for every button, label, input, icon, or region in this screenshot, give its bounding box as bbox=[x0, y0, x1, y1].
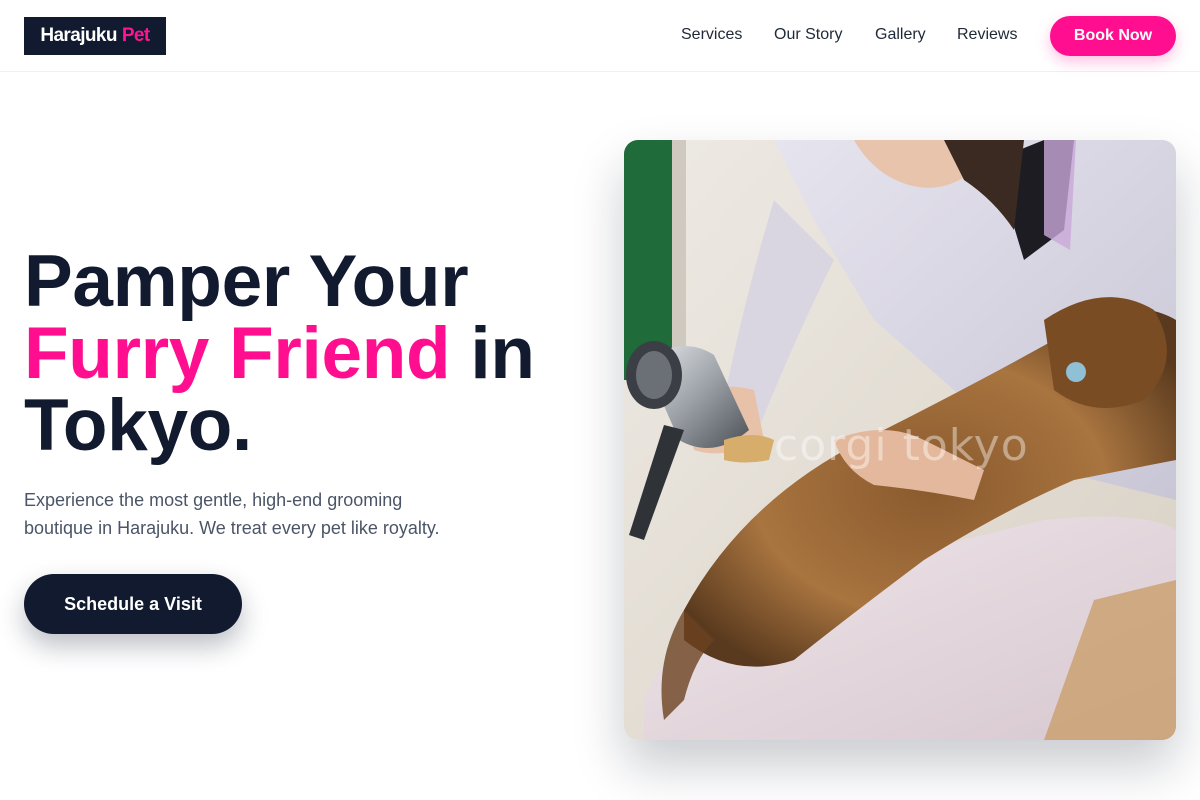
headline-line-2-rest: in bbox=[470, 313, 535, 394]
headline-line-3: Tokyo. bbox=[24, 385, 253, 466]
schedule-visit-button[interactable]: Schedule a Visit bbox=[24, 574, 242, 634]
site-header: Harajuku Pet Services Our Story Gallery R… bbox=[0, 0, 1200, 72]
nav-link-our-story[interactable]: Our Story bbox=[774, 24, 842, 46]
brand-logo[interactable]: Harajuku Pet bbox=[24, 17, 166, 55]
hero-photo: corgi tokyo bbox=[624, 140, 1176, 740]
hero-headline: Pamper Your Furry Friend in Tokyo. bbox=[24, 241, 604, 466]
headline-highlight: Furry Friend bbox=[24, 313, 451, 394]
image-watermark: corgi tokyo bbox=[774, 420, 1029, 471]
nav-link-services[interactable]: Services bbox=[681, 24, 742, 46]
headline-line-1: Pamper Your bbox=[24, 241, 469, 322]
headline-line-2: Furry Friend in bbox=[24, 317, 604, 390]
hero-subtext: Experience the most gentle, high-end gro… bbox=[24, 490, 440, 538]
brand-accent-word: Pet bbox=[121, 25, 150, 46]
nav-link-reviews[interactable]: Reviews bbox=[957, 24, 1017, 46]
nav-link-gallery[interactable]: Gallery bbox=[875, 24, 926, 46]
book-now-button[interactable]: Book Now bbox=[1050, 16, 1176, 56]
brand-name: Harajuku bbox=[40, 25, 117, 46]
